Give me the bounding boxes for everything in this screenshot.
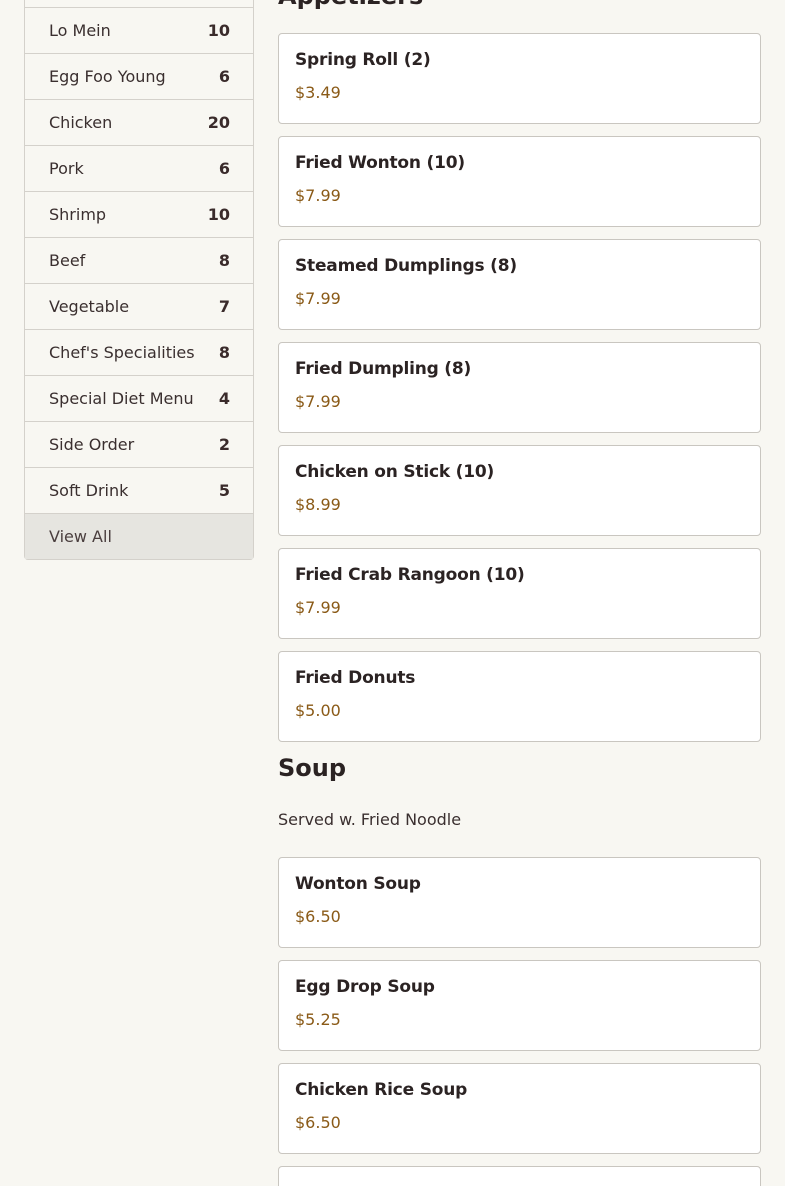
sidebar-item-count: 8 <box>218 343 230 362</box>
menu-item-price: $5.25 <box>295 1010 341 1029</box>
sidebar-item-soft-drink[interactable]: Soft Drink 5 <box>25 467 253 513</box>
menu-item-card[interactable]: Chicken Rice Soup $6.50 <box>278 1063 761 1154</box>
menu-item-name: Chicken Rice Soup <box>295 1080 468 1100</box>
menu-item-price: $7.99 <box>295 598 341 617</box>
sidebar-item-label: Special Diet Menu <box>49 389 194 408</box>
menu-item-price: $6.50 <box>295 1113 341 1132</box>
menu-item-card[interactable]: Spring Roll (2) $3.49 <box>278 33 761 124</box>
sidebar-item-shrimp[interactable]: Shrimp 10 <box>25 191 253 237</box>
sidebar-item-label: Lo Mein <box>49 21 111 40</box>
view-all-label: View All <box>49 527 112 546</box>
sidebar-item-label: Chicken <box>49 113 113 132</box>
menu-item-price: $5.00 <box>295 701 341 720</box>
sidebar-item-side-order[interactable]: Side Order 2 <box>25 421 253 467</box>
menu-item-name: Egg Drop Soup <box>295 977 435 997</box>
menu-item-name: Fried Donuts <box>295 668 416 688</box>
sidebar-item-label: Egg Foo Young <box>49 67 166 86</box>
sidebar-item-label: Side Order <box>49 435 135 454</box>
menu-item-name: Spring Roll (2) <box>295 50 431 70</box>
sidebar-item-count: 6 <box>218 67 230 86</box>
sidebar-item-chicken[interactable]: Chicken 20 <box>25 99 253 145</box>
sidebar-item-lo-mein[interactable]: Lo Mein 10 <box>25 7 253 53</box>
menu-item-price: $6.50 <box>295 907 341 926</box>
menu-item-name: Steamed Dumplings (8) <box>295 256 517 276</box>
sidebar-item-count: 2 <box>218 435 230 454</box>
menu-item-card[interactable]: Steamed Dumplings (8) $7.99 <box>278 239 761 330</box>
menu-item-name: Fried Wonton (10) <box>295 153 465 173</box>
menu-item-card[interactable]: Chicken on Stick (10) $8.99 <box>278 445 761 536</box>
menu-item-price: $7.99 <box>295 289 341 308</box>
menu-item-card[interactable]: Wonton Soup $6.50 <box>278 857 761 948</box>
sidebar-item-count: 10 <box>207 21 230 40</box>
menu-item-name: Fried Dumpling (8) <box>295 359 472 379</box>
sidebar-item-special-diet-menu[interactable]: Special Diet Menu 4 <box>25 375 253 421</box>
section-description: Served w. Fried Noodle <box>278 810 462 829</box>
menu-item-name: Chicken on Stick (10) <box>295 462 495 482</box>
sidebar-item-count: 5 <box>218 481 230 500</box>
sidebar-item-count: 4 <box>218 389 230 408</box>
menu-page: Lo Mein 10 Egg Foo Young 6 Chicken 20 Po… <box>0 0 785 1186</box>
menu-item-price: $3.49 <box>295 83 341 102</box>
menu-item-card[interactable]: Fried Dumpling (8) $7.99 <box>278 342 761 433</box>
menu-item-name: Wonton Soup <box>295 874 421 894</box>
menu-item-card[interactable]: Fried Wonton (10) $7.99 <box>278 136 761 227</box>
section-title-soup: Soup <box>278 754 347 782</box>
menu-item-card[interactable]: Egg Drop Soup $5.25 <box>278 960 761 1051</box>
sidebar-item-label: Shrimp <box>49 205 107 224</box>
sidebar-item-count: 10 <box>207 205 230 224</box>
sidebar-item-chefs-specialities[interactable]: Chef's Specialities 8 <box>25 329 253 375</box>
sidebar-item-label: Vegetable <box>49 297 130 316</box>
category-sidebar: Lo Mein 10 Egg Foo Young 6 Chicken 20 Po… <box>24 0 254 560</box>
sidebar-item-label: Soft Drink <box>49 481 129 500</box>
menu-item-name: Fried Crab Rangoon (10) <box>295 565 525 585</box>
sidebar-item-vegetable[interactable]: Vegetable 7 <box>25 283 253 329</box>
sidebar-item-count: 7 <box>218 297 230 316</box>
sidebar-item-count: 6 <box>218 159 230 178</box>
menu-item-price: $7.99 <box>295 186 341 205</box>
sidebar-item-label: Pork <box>49 159 84 178</box>
sidebar-item-count: 8 <box>218 251 230 270</box>
view-all-button[interactable]: View All <box>25 513 253 559</box>
menu-item-price: $7.99 <box>295 392 341 411</box>
sidebar-item-pork[interactable]: Pork 6 <box>25 145 253 191</box>
menu-item-card[interactable]: Fried Crab Rangoon (10) $7.99 <box>278 548 761 639</box>
menu-item-price: $8.99 <box>295 495 341 514</box>
sidebar-item-count: 20 <box>207 113 230 132</box>
menu-item-card[interactable]: Fried Donuts $5.00 <box>278 651 761 742</box>
menu-item-card-partial[interactable] <box>278 1166 761 1186</box>
section-title-appetizers: Appetizers <box>278 0 423 10</box>
sidebar-item-egg-foo-young[interactable]: Egg Foo Young 6 <box>25 53 253 99</box>
sidebar-item-label: Chef's Specialities <box>49 343 195 362</box>
sidebar-item-label: Beef <box>49 251 86 270</box>
sidebar-item-beef[interactable]: Beef 8 <box>25 237 253 283</box>
